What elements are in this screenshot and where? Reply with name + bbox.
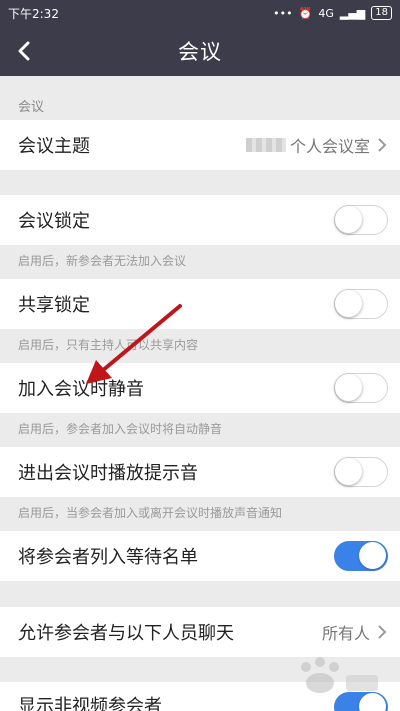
share-lock-row: 共享锁定 — [0, 279, 400, 329]
nav-bar: 会议 — [0, 26, 400, 76]
toggle-knob — [335, 206, 362, 233]
section-header: 会议 — [18, 100, 45, 115]
chime-desc: 启用后，当参会者加入或离开会议时播放声音通知 — [0, 497, 400, 525]
toggle-knob — [335, 374, 362, 401]
waiting-room-toggle[interactable] — [334, 541, 388, 571]
back-button[interactable] — [10, 36, 38, 66]
share-lock-label: 共享锁定 — [18, 295, 90, 316]
toggle-knob — [335, 458, 362, 485]
watermark-logo-icon — [301, 657, 378, 693]
share-lock-desc: 启用后，只有主持人可以共享内容 — [0, 329, 400, 357]
waiting-room-row: 将参会者列入等待名单 — [0, 531, 400, 581]
meeting-topic-value: 个人会议室 — [289, 137, 370, 156]
meeting-topic-row[interactable]: 会议主题 个人会议室 — [0, 120, 400, 170]
alarm-icon: ⏰ — [298, 6, 313, 20]
lock-meeting-desc: 启用后，新参会者无法加入会议 — [0, 245, 400, 273]
lock-meeting-label: 会议锁定 — [18, 211, 90, 232]
page-title: 会议 — [178, 40, 222, 64]
toggle-knob — [359, 542, 386, 569]
status-time: 下午2:32 — [8, 6, 59, 21]
mute-on-entry-label: 加入会议时静音 — [18, 379, 144, 400]
signal-icon: ▂▄▆ — [339, 6, 366, 20]
mute-on-entry-row: 加入会议时静音 — [0, 363, 400, 413]
mute-on-entry-toggle[interactable] — [334, 373, 388, 403]
signal-label: 4G — [318, 6, 334, 20]
chat-permission-label: 允许参会者与以下人员聊天 — [18, 623, 234, 644]
chat-permission-value: 所有人 — [321, 624, 370, 643]
status-bar: 下午2:32 ••• ⏰ 4G ▂▄▆ 18 — [0, 0, 400, 26]
chime-toggle[interactable] — [334, 457, 388, 487]
redacted-name — [245, 138, 286, 152]
status-icons: ••• ⏰ 4G ▂▄▆ 18 — [273, 6, 392, 20]
chevron-right-icon — [378, 625, 387, 639]
chime-row: 进出会议时播放提示音 — [0, 447, 400, 497]
lock-meeting-row: 会议锁定 — [0, 195, 400, 245]
share-lock-toggle[interactable] — [334, 289, 388, 319]
chime-label: 进出会议时播放提示音 — [18, 463, 198, 484]
chevron-left-icon — [18, 41, 30, 61]
toggle-knob — [335, 290, 362, 317]
lock-meeting-toggle[interactable] — [334, 205, 388, 235]
chat-permission-row[interactable]: 允许参会者与以下人员聊天 所有人 — [0, 607, 400, 657]
mute-on-entry-desc: 启用后，参会者加入会议时将自动静音 — [0, 413, 400, 441]
meeting-topic-label: 会议主题 — [18, 136, 90, 157]
chevron-right-icon — [378, 138, 387, 152]
dots-icon: ••• — [273, 6, 293, 20]
battery-icon: 18 — [371, 6, 392, 20]
waiting-room-label: 将参会者列入等待名单 — [18, 547, 198, 568]
